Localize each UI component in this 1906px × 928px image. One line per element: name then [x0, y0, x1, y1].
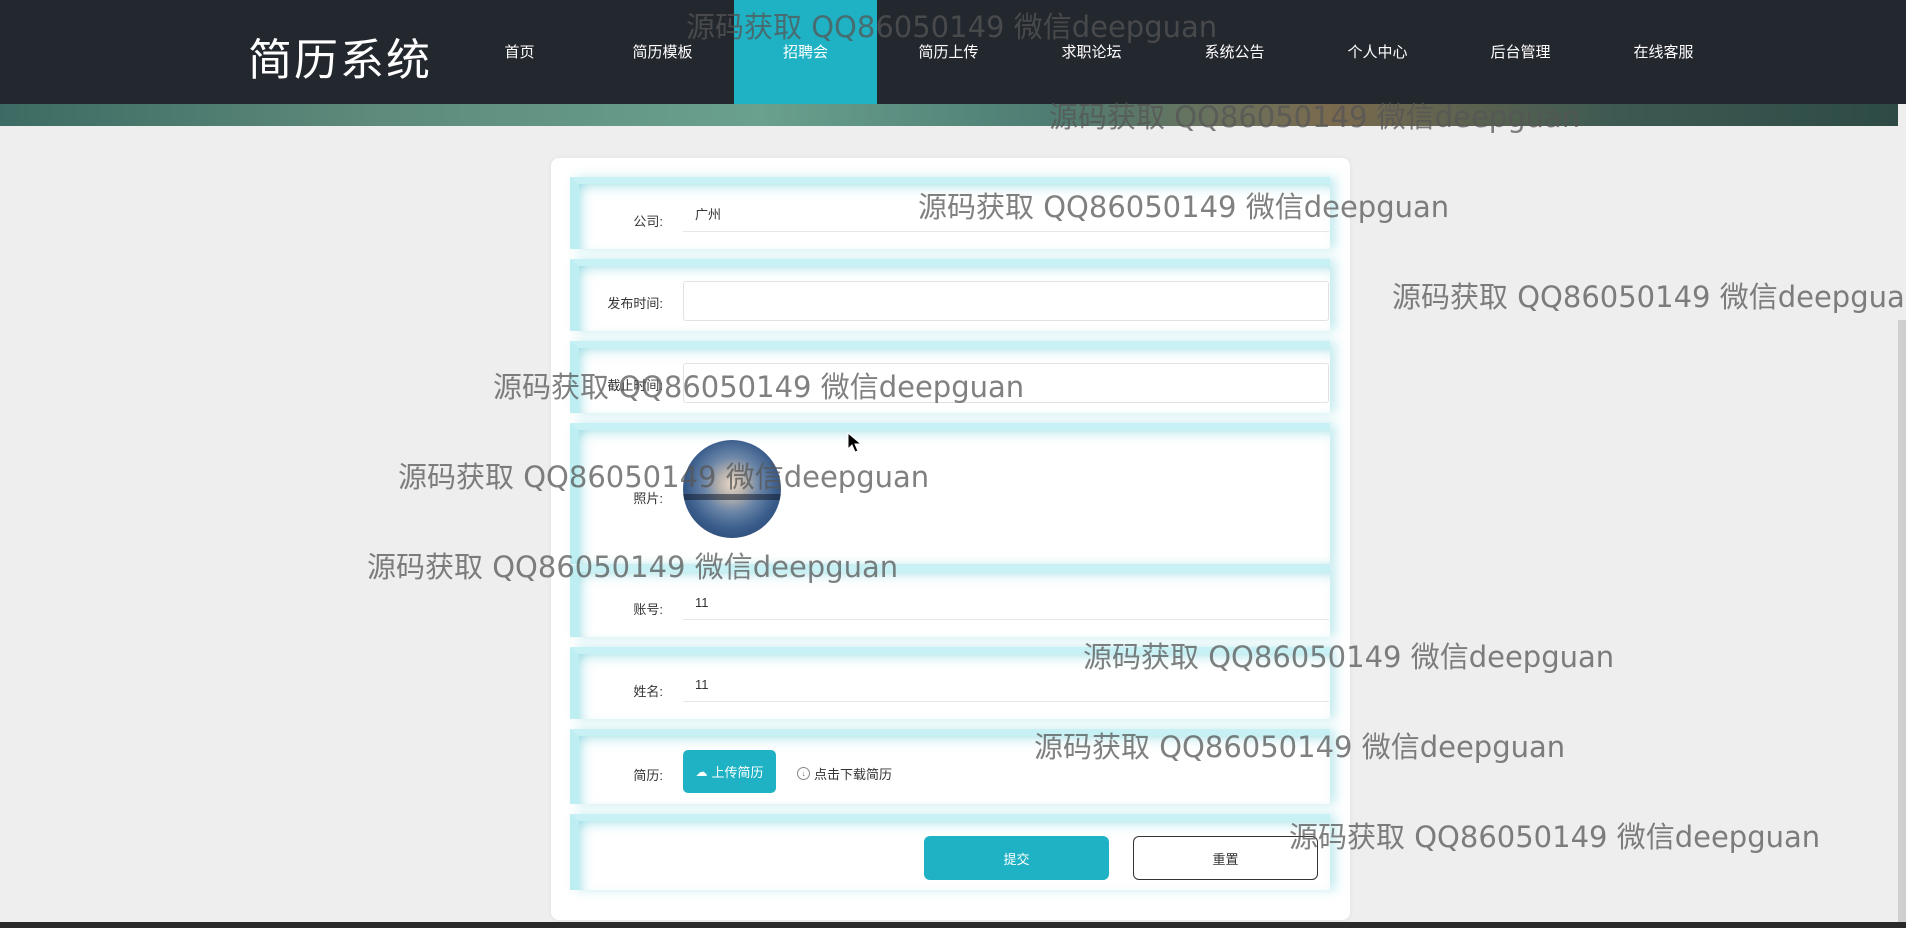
reset-button[interactable]: 重置 [1133, 836, 1318, 880]
nav-item-announcements[interactable]: 系统公告 [1163, 0, 1306, 104]
company-label: 公司: [633, 214, 663, 229]
mouse-pointer-icon [847, 432, 863, 453]
download-resume-label: 点击下载简历 [814, 767, 893, 782]
row-resume: 简历: ☁ 上传简历 ↓ 点击下载简历 [570, 729, 1330, 804]
name-label: 姓名: [633, 684, 663, 699]
photo-avatar[interactable] [683, 440, 781, 538]
download-resume-link[interactable]: ↓ 点击下载简历 [797, 764, 892, 783]
watermark-text: 源码获取 QQ86050149 微信deepguan [1392, 280, 1906, 314]
account-value: 11 [683, 590, 1329, 620]
row-name: 姓名: 11 [570, 647, 1330, 719]
account-label: 账号: [633, 602, 663, 617]
row-actions: 提交 重置 [570, 814, 1330, 890]
nav-item-forum[interactable]: 求职论坛 [1020, 0, 1163, 104]
row-company: 公司: 广州 [570, 177, 1330, 249]
row-deadline: 截止时间: [570, 341, 1330, 413]
nav-item-job-fair[interactable]: 招聘会 [734, 0, 877, 104]
main-nav: 首页 简历模板 招聘会 简历上传 求职论坛 系统公告 个人中心 后台管理 在线客… [448, 0, 1735, 104]
cloud-upload-icon: ☁ [695, 764, 708, 779]
deadline-input[interactable] [683, 363, 1329, 403]
banner-image-strip [0, 104, 1898, 126]
nav-item-admin[interactable]: 后台管理 [1449, 0, 1592, 104]
upload-resume-button[interactable]: ☁ 上传简历 [683, 750, 776, 793]
photo-label: 照片: [633, 491, 663, 506]
upload-resume-label: 上传简历 [711, 765, 764, 780]
nav-item-resume-upload[interactable]: 简历上传 [877, 0, 1020, 104]
row-photo: 照片: [570, 423, 1330, 564]
vertical-scrollbar[interactable] [1898, 320, 1906, 928]
nav-item-resume-templates[interactable]: 简历模板 [591, 0, 734, 104]
row-account: 账号: 11 [570, 565, 1330, 637]
publish-time-label: 发布时间: [607, 296, 663, 311]
nav-item-profile[interactable]: 个人中心 [1306, 0, 1449, 104]
publish-time-input[interactable] [683, 281, 1329, 321]
site-logo[interactable]: 简历系统 [248, 24, 432, 88]
resume-label: 简历: [633, 768, 663, 783]
company-value: 广州 [683, 202, 1329, 232]
deadline-label: 截止时间: [607, 378, 663, 393]
row-publish-time: 发布时间: [570, 259, 1330, 331]
download-circle-icon: ↓ [797, 767, 810, 780]
submit-button[interactable]: 提交 [924, 836, 1109, 880]
nav-item-home[interactable]: 首页 [448, 0, 591, 104]
name-value: 11 [683, 672, 1329, 702]
nav-item-support[interactable]: 在线客服 [1592, 0, 1735, 104]
bottom-edge-bar [0, 922, 1906, 928]
watermark-text: 源码获取 QQ86050149 微信deepguan [1289, 820, 1821, 854]
